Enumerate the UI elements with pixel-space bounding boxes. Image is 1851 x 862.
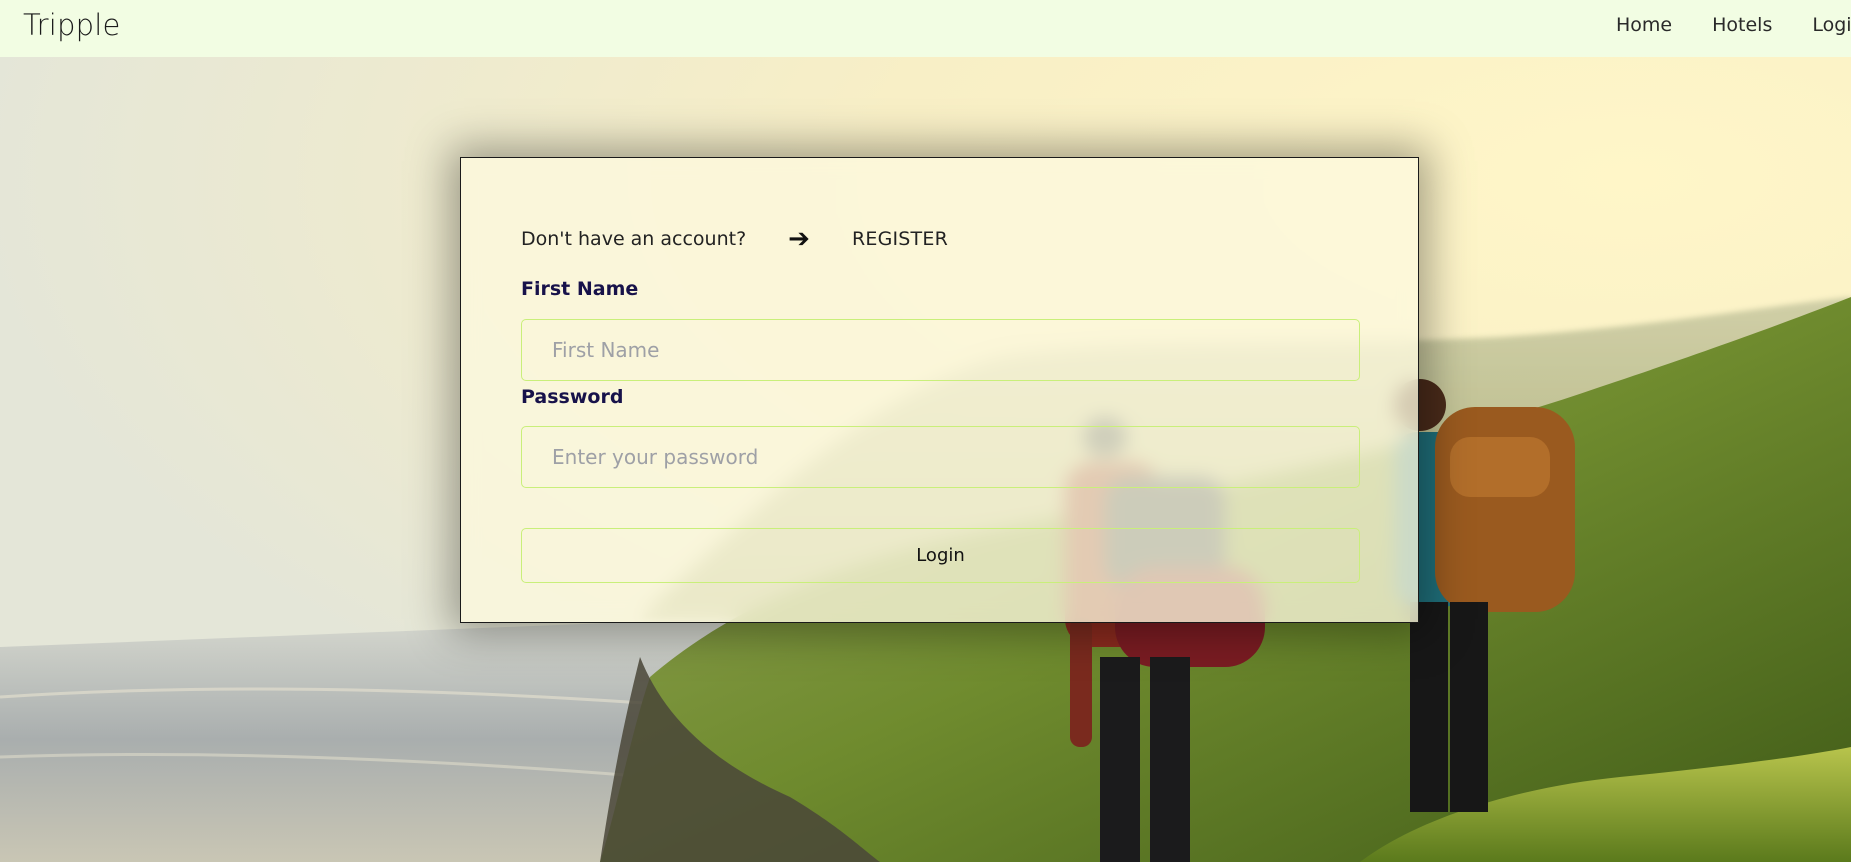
nav-links: Home Hotels Login <box>1616 14 1851 36</box>
brand-logo[interactable]: Tripple <box>23 8 121 42</box>
nav-link-hotels[interactable]: Hotels <box>1712 14 1772 36</box>
first-name-input[interactable] <box>521 319 1360 381</box>
first-name-label: First Name <box>521 278 639 300</box>
register-link[interactable]: REGISTER <box>852 228 948 250</box>
login-button[interactable]: Login <box>521 528 1360 583</box>
password-input[interactable] <box>521 426 1360 488</box>
register-row: Don't have an account? ➔ REGISTER <box>521 226 948 252</box>
password-label: Password <box>521 386 624 408</box>
register-prompt: Don't have an account? <box>521 228 747 250</box>
right-arrow-icon: ➔ <box>788 224 810 254</box>
top-navbar: Tripple Home Hotels Login <box>0 0 1851 57</box>
page: Tripple Home Hotels Login <box>0 0 1851 862</box>
nav-link-login[interactable]: Login <box>1812 14 1851 36</box>
login-card: Don't have an account? ➔ REGISTER First … <box>460 157 1419 623</box>
nav-link-home[interactable]: Home <box>1616 14 1672 36</box>
